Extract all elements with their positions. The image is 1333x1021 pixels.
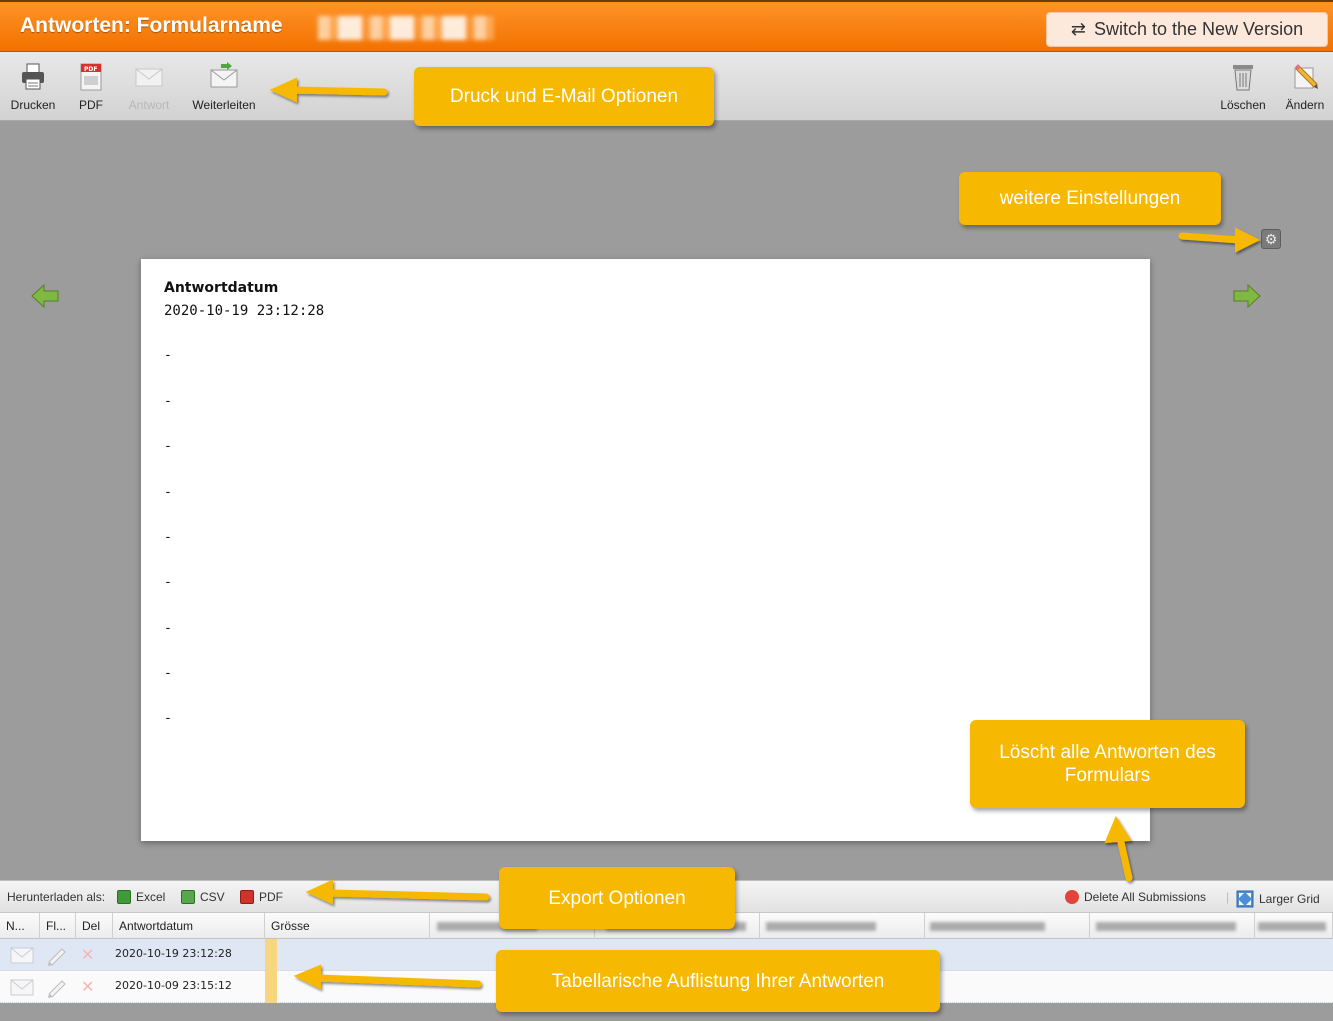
forward-button[interactable]: Weiterleiten <box>186 62 262 112</box>
excel-icon <box>117 890 131 904</box>
empty-field: - <box>164 439 172 454</box>
export-csv-button[interactable]: CSV <box>181 890 225 904</box>
empty-field: - <box>164 575 172 590</box>
settings-gear-icon[interactable]: ⚙ <box>1261 229 1281 249</box>
edit-button[interactable]: Ändern <box>1274 62 1333 112</box>
redacted-header <box>1096 922 1236 931</box>
field-value: 2020-10-19 23:12:28 <box>164 303 325 319</box>
redacted-header <box>930 922 1045 931</box>
callout-print-email: Druck und E-Mail Optionen <box>414 67 714 126</box>
empty-field: - <box>164 530 172 545</box>
empty-field: - <box>164 485 172 500</box>
next-arrow-icon[interactable] <box>1232 282 1262 310</box>
download-as-label: Herunterladen als: <box>7 890 106 904</box>
size-indicator <box>265 971 277 1003</box>
export-pdf-button[interactable]: PDF <box>240 890 283 904</box>
larger-grid-button[interactable]: Larger Grid <box>1236 890 1320 908</box>
swap-arrows-icon: ⇄ <box>1070 19 1086 39</box>
column-header-new[interactable]: N... <box>0 913 40 939</box>
svg-text:PDF: PDF <box>84 66 97 73</box>
callout-settings: weitere Einstellungen <box>959 172 1221 225</box>
row-date: 2020-10-19 23:12:28 <box>115 947 232 960</box>
forward-mail-icon <box>210 62 238 88</box>
reply-button[interactable]: Antwort <box>118 62 180 112</box>
print-button[interactable]: Drucken <box>2 62 64 112</box>
empty-field: - <box>164 394 172 409</box>
size-indicator <box>265 939 277 971</box>
delete-x-icon[interactable]: ✕ <box>81 977 94 997</box>
empty-field: - <box>164 666 172 681</box>
export-excel-button[interactable]: Excel <box>117 890 165 904</box>
pdf-button[interactable]: PDF PDF <box>60 62 122 112</box>
window-title: Antworten: Formularname <box>20 14 283 37</box>
envelope-icon <box>135 68 163 87</box>
callout-delete-all: Löscht alle Antworten des Formulars <box>970 720 1245 808</box>
redacted-header <box>766 922 876 931</box>
empty-field: - <box>164 711 172 726</box>
title-bar: Antworten: Formularname ⇄ Switch to the … <box>0 0 1333 52</box>
envelope-icon <box>10 979 34 996</box>
separator: | <box>1226 890 1230 904</box>
arrow-head <box>1235 227 1261 253</box>
pdf-export-icon <box>240 890 254 904</box>
delete-x-icon[interactable]: ✕ <box>81 945 94 965</box>
arrow-to-gear <box>1178 232 1244 244</box>
delete-circle-icon <box>1065 890 1079 904</box>
empty-field: - <box>164 348 172 363</box>
row-date: 2020-10-09 23:15:12 <box>115 979 232 992</box>
switch-version-button[interactable]: ⇄ Switch to the New Version <box>1046 12 1328 47</box>
callout-table: Tabellarische Auflistung Ihrer Antworten <box>496 950 940 1012</box>
column-header-flag[interactable]: Fl... <box>40 913 76 939</box>
pdf-icon: PDF <box>80 63 102 91</box>
empty-field: - <box>164 621 172 636</box>
envelope-icon <box>10 947 34 964</box>
delete-button[interactable]: Löschen <box>1212 62 1274 112</box>
redacted-header <box>1258 922 1326 931</box>
printer-icon <box>22 63 44 90</box>
redacted-form-name <box>318 16 494 40</box>
column-header-delete[interactable]: Del <box>76 913 113 939</box>
edit-pencil-icon <box>1294 64 1318 89</box>
delete-all-submissions-button[interactable]: Delete All Submissions <box>1065 890 1206 904</box>
callout-export: Export Optionen <box>499 867 735 929</box>
csv-icon <box>181 890 195 904</box>
arrow-to-delete-all <box>1116 834 1133 882</box>
flag-pencil-icon[interactable] <box>45 976 69 998</box>
trash-icon <box>1233 65 1253 91</box>
column-header-size[interactable]: Grösse <box>265 913 430 939</box>
column-header-date[interactable]: Antwortdatum <box>113 913 265 939</box>
field-label: Antwortdatum <box>164 280 279 296</box>
expand-grid-icon <box>1236 890 1254 908</box>
previous-arrow-icon[interactable] <box>30 282 60 310</box>
flag-pencil-icon[interactable] <box>45 944 69 966</box>
